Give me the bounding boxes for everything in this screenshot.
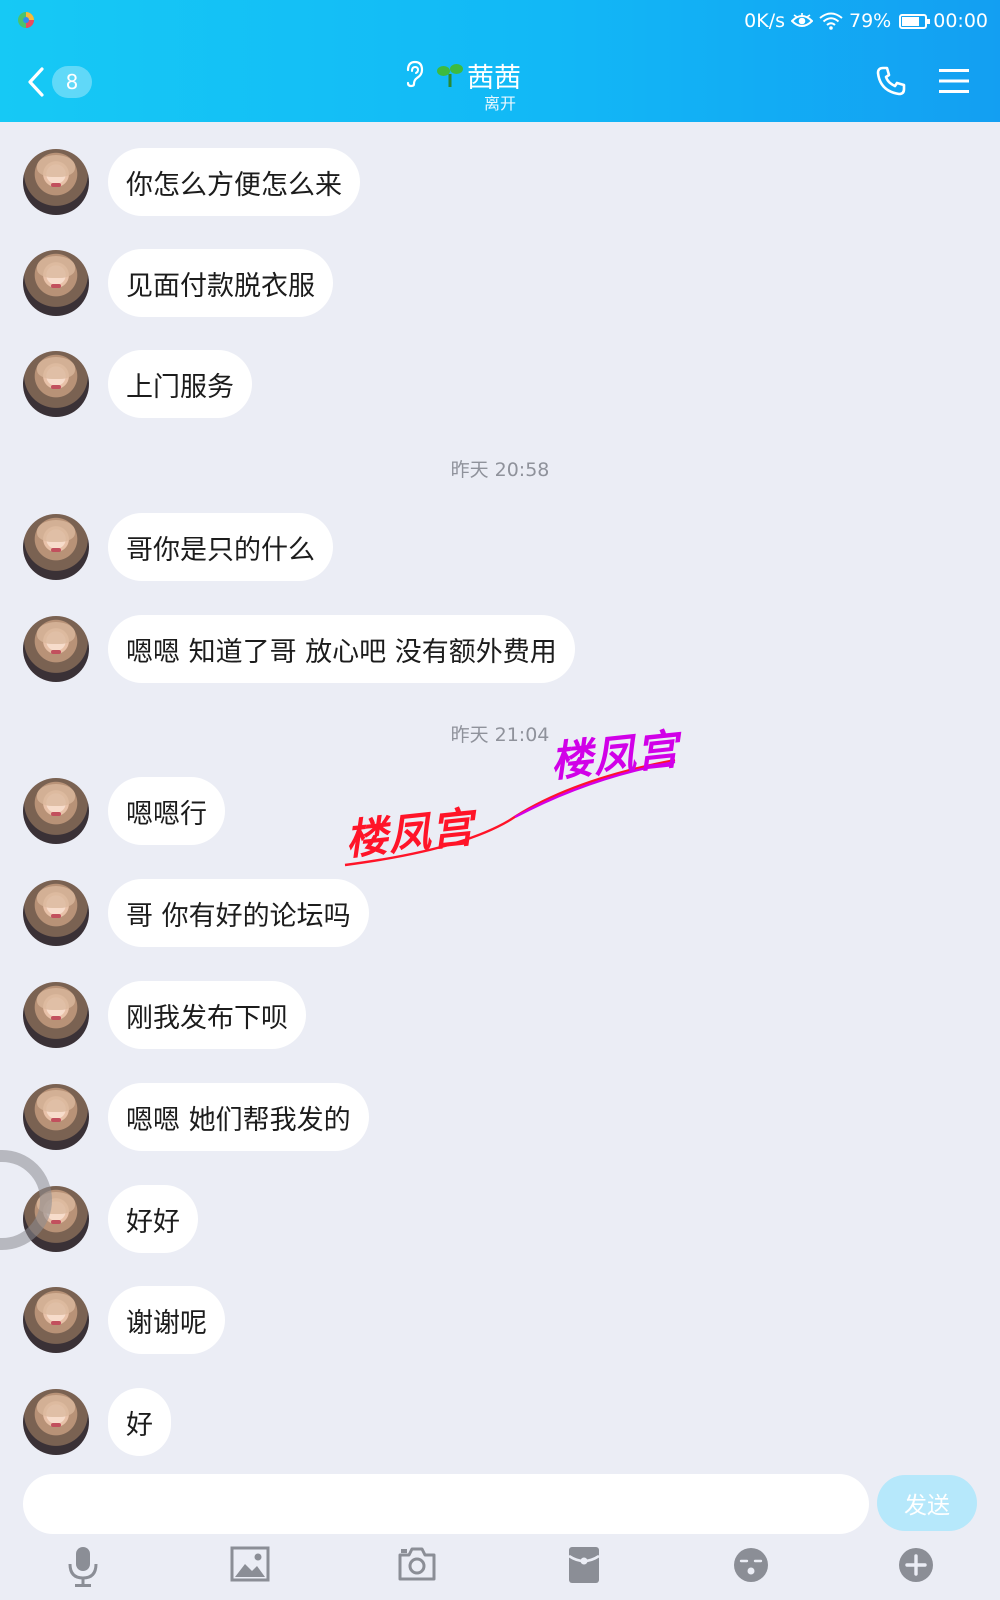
red-packet-icon[interactable] bbox=[568, 1546, 600, 1584]
image-icon[interactable] bbox=[230, 1546, 270, 1582]
sprout-icon bbox=[437, 64, 463, 87]
microphone-icon[interactable] bbox=[66, 1546, 100, 1588]
message-row: 哥你是只的什么 bbox=[23, 513, 333, 581]
back-button[interactable]: 8 bbox=[26, 64, 96, 100]
battery-icon bbox=[899, 13, 931, 29]
contact-status: 离开 bbox=[483, 94, 516, 113]
message-bubble[interactable]: 上门服务 bbox=[108, 350, 252, 418]
message-bubble[interactable]: 哥你是只的什么 bbox=[108, 513, 333, 581]
status-indicators: 0K/s 79% 00:00 bbox=[744, 8, 988, 34]
message-row: 上门服务 bbox=[23, 350, 252, 418]
eye-care-icon bbox=[791, 13, 813, 27]
avatar[interactable] bbox=[23, 982, 89, 1048]
message-row: 嗯嗯 她们帮我发的 bbox=[23, 1083, 369, 1151]
message-bubble[interactable]: 哥 你有好的论坛吗 bbox=[108, 879, 369, 947]
message-row: 谢谢呢 bbox=[23, 1286, 225, 1354]
message-row: 见面付款脱衣服 bbox=[23, 249, 333, 317]
top-bar: 0K/s 79% 00:00 8 茜茜 离开 bbox=[0, 0, 1000, 122]
app-logo-icon bbox=[18, 12, 34, 28]
emoji-icon[interactable] bbox=[732, 1546, 770, 1584]
message-bubble[interactable]: 嗯嗯 知道了哥 放心吧 没有额外费用 bbox=[108, 615, 575, 683]
camera-icon[interactable] bbox=[397, 1546, 437, 1582]
network-speed: 0K/s bbox=[744, 10, 785, 32]
message-row: 好 bbox=[23, 1388, 171, 1456]
menu-icon[interactable] bbox=[938, 68, 970, 94]
avatar[interactable] bbox=[23, 880, 89, 946]
message-row: 刚我发布下呗 bbox=[23, 981, 306, 1049]
avatar[interactable] bbox=[23, 778, 89, 844]
battery-percent: 79% bbox=[849, 10, 892, 32]
message-bubble[interactable]: 刚我发布下呗 bbox=[108, 981, 306, 1049]
message-row: 哥 你有好的论坛吗 bbox=[23, 879, 369, 947]
battery-level bbox=[902, 16, 920, 26]
wifi-icon bbox=[819, 12, 843, 30]
message-input[interactable] bbox=[23, 1474, 869, 1534]
avatar[interactable] bbox=[23, 1287, 89, 1353]
chat-title[interactable]: 茜茜 离开 bbox=[395, 54, 605, 114]
avatar[interactable] bbox=[23, 351, 89, 417]
message-bubble[interactable]: 你怎么方便怎么来 bbox=[108, 148, 360, 216]
avatar[interactable] bbox=[23, 616, 89, 682]
message-bubble[interactable]: 嗯嗯行 bbox=[108, 777, 225, 845]
plus-icon[interactable] bbox=[897, 1546, 935, 1584]
message-row: 你怎么方便怎么来 bbox=[23, 148, 360, 216]
status-bar: 0K/s 79% 00:00 bbox=[0, 0, 1000, 42]
clock: 00:00 bbox=[933, 10, 988, 32]
message-row: 嗯嗯行 bbox=[23, 777, 225, 845]
message-timestamp: 昨天 20:58 bbox=[450, 459, 550, 481]
avatar[interactable] bbox=[23, 1389, 89, 1455]
message-bubble[interactable]: 好好 bbox=[108, 1185, 198, 1253]
message-row: 嗯嗯 知道了哥 放心吧 没有额外费用 bbox=[23, 615, 575, 683]
send-button[interactable]: 发送 bbox=[877, 1475, 977, 1531]
chevron-left-icon bbox=[28, 67, 44, 97]
avatar[interactable] bbox=[23, 1084, 89, 1150]
message-bubble[interactable]: 谢谢呢 bbox=[108, 1286, 225, 1354]
message-bubble[interactable]: 见面付款脱衣服 bbox=[108, 249, 333, 317]
avatar[interactable] bbox=[23, 250, 89, 316]
phone-icon[interactable] bbox=[876, 66, 906, 96]
message-bubble[interactable]: 好 bbox=[108, 1388, 171, 1456]
message-bubble[interactable]: 嗯嗯 她们帮我发的 bbox=[108, 1083, 369, 1151]
avatar[interactable] bbox=[23, 149, 89, 215]
avatar[interactable] bbox=[23, 514, 89, 580]
ear-icon bbox=[406, 60, 424, 88]
unread-count-badge: 8 bbox=[52, 66, 92, 98]
